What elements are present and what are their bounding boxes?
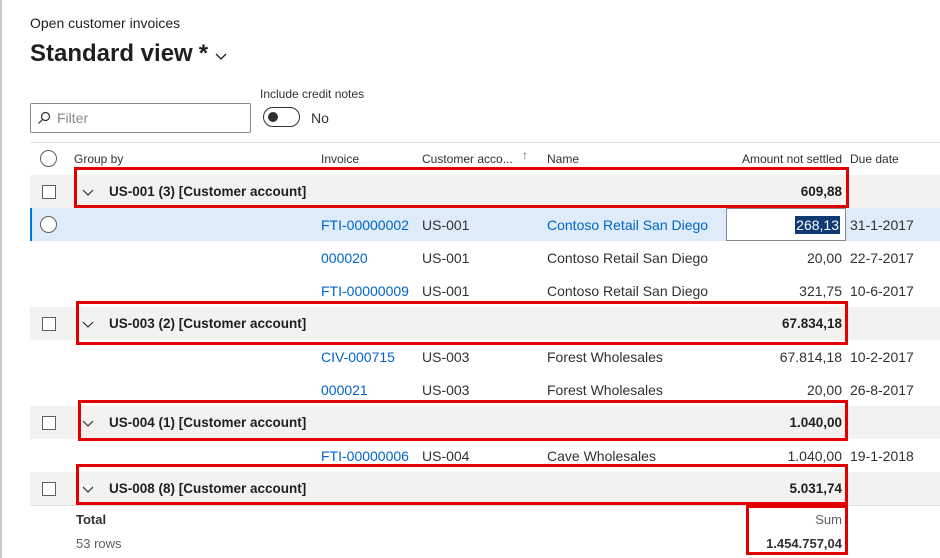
amount: 1.040,00	[787, 447, 843, 464]
customer-account: US-004	[422, 447, 470, 464]
group-label: US-008 (8) [Customer account]	[109, 481, 307, 496]
chevron-down-icon[interactable]	[82, 307, 94, 340]
customer-account: US-001	[422, 216, 470, 233]
grid-header-row: Group by Invoice Customer acco... ↑ Name…	[30, 142, 940, 175]
table-row[interactable]: CIV-000715 US-003 Forest Wholesales 67.8…	[30, 340, 940, 373]
group-total: 67.834,18	[781, 316, 842, 331]
due-date: 26-8-2017	[850, 381, 914, 398]
customer-name: Forest Wholesales	[547, 381, 663, 398]
column-header-invoice[interactable]: Invoice	[321, 142, 359, 175]
row-checkbox[interactable]	[42, 307, 56, 340]
customer-account: US-003	[422, 381, 470, 398]
amount: 20,00	[806, 381, 842, 398]
row-checkbox[interactable]	[42, 472, 56, 505]
amount-selected-text: 268,13	[795, 215, 840, 234]
invoice-link[interactable]: 000020	[321, 241, 368, 274]
page-subtitle: Open customer invoices	[30, 15, 181, 31]
amount-field[interactable]: 268,13	[726, 208, 846, 241]
amount: 321,75	[799, 282, 842, 299]
chevron-down-icon[interactable]	[82, 472, 94, 505]
search-icon	[38, 111, 51, 124]
table-row[interactable]: FTI-00000002 US-001 Contoso Retail San D…	[30, 208, 940, 241]
credit-notes-label: Include credit notes	[260, 87, 365, 101]
invoice-link[interactable]: FTI-00000006	[321, 439, 409, 472]
invoice-link[interactable]: CIV-000715	[321, 340, 395, 373]
customer-account: US-001	[422, 282, 470, 299]
customer-name: Forest Wholesales	[547, 348, 663, 365]
footer-total-label: Total	[76, 511, 107, 527]
customer-name: Contoso Retail San Diego	[547, 282, 709, 299]
invoice-link[interactable]: FTI-00000009	[321, 274, 409, 307]
amount: 67.814,18	[779, 348, 842, 365]
credit-notes-toggle[interactable]	[263, 107, 300, 127]
checkbox-icon	[42, 316, 56, 331]
checkbox-icon	[42, 415, 56, 430]
checkbox-icon	[42, 184, 56, 199]
column-header-name[interactable]: Name	[547, 142, 579, 175]
due-date: 31-1-2017	[850, 216, 914, 233]
group-row[interactable]: US-003 (2) [Customer account] 67.834,18	[30, 307, 940, 340]
filter-field[interactable]	[30, 103, 251, 133]
customer-account: US-001	[422, 249, 470, 266]
filter-input[interactable]	[57, 110, 237, 126]
customer-name: Cave Wholesales	[547, 447, 656, 464]
group-label: US-004 (1) [Customer account]	[109, 415, 307, 430]
grid-footer: Total 53 rows Sum 1.454.757,04	[30, 505, 940, 558]
radio-icon	[40, 150, 57, 167]
table-row[interactable]: 000020 US-001 Contoso Retail San Diego 2…	[30, 241, 940, 274]
toggle-knob	[268, 112, 278, 122]
chevron-down-icon[interactable]	[82, 406, 94, 439]
due-date: 10-6-2017	[850, 282, 914, 299]
table-row[interactable]: FTI-00000006 US-004 Cave Wholesales 1.04…	[30, 439, 940, 472]
column-header-due-date[interactable]: Due date	[850, 142, 899, 175]
invoice-link[interactable]: FTI-00000002	[321, 208, 409, 241]
footer-row-count: 53 rows	[76, 535, 122, 551]
table-row[interactable]: 000021 US-003 Forest Wholesales 20,00 26…	[30, 373, 940, 406]
select-all-radio[interactable]	[40, 142, 57, 175]
footer-sum-value: 1.454.757,04	[766, 535, 842, 551]
row-checkbox[interactable]	[42, 175, 56, 208]
group-row[interactable]: US-008 (8) [Customer account] 5.031,74	[30, 472, 940, 505]
amount: 20,00	[806, 249, 842, 266]
customer-name-link[interactable]: Contoso Retail San Diego	[547, 208, 708, 241]
row-radio[interactable]	[40, 208, 57, 241]
radio-icon	[40, 216, 57, 233]
credit-notes-value: No	[311, 110, 329, 126]
group-total: 1.040,00	[789, 415, 842, 430]
column-header-customer-account[interactable]: Customer acco...	[422, 142, 513, 175]
view-selector[interactable]: Standard view *	[30, 40, 228, 68]
customer-account: US-003	[422, 348, 470, 365]
group-total: 609,88	[800, 184, 842, 199]
customer-name: Contoso Retail San Diego	[547, 249, 709, 266]
chevron-down-icon[interactable]	[82, 175, 94, 208]
view-modified-indicator: *	[198, 40, 209, 67]
due-date: 22-7-2017	[850, 249, 914, 266]
chevron-down-icon	[215, 53, 227, 60]
page: Open customer invoices Standard view * I…	[0, 0, 940, 558]
group-label: US-001 (3) [Customer account]	[109, 184, 307, 199]
sort-ascending-icon: ↑	[522, 148, 528, 162]
group-total: 5.031,74	[789, 481, 842, 496]
group-label: US-003 (2) [Customer account]	[109, 316, 307, 331]
row-checkbox[interactable]	[42, 406, 56, 439]
group-row[interactable]: US-001 (3) [Customer account] 609,88	[30, 175, 940, 208]
column-header-amount[interactable]: Amount not settled	[710, 142, 842, 175]
footer-sum-label: Sum	[815, 511, 842, 527]
group-row[interactable]: US-004 (1) [Customer account] 1.040,00	[30, 406, 940, 439]
invoice-link[interactable]: 000021	[321, 373, 368, 406]
view-name: Standard view	[30, 40, 193, 67]
due-date: 19-1-2018	[850, 447, 914, 464]
table-row[interactable]: FTI-00000009 US-001 Contoso Retail San D…	[30, 274, 940, 307]
column-header-group-by[interactable]: Group by	[74, 142, 123, 175]
due-date: 10-2-2017	[850, 348, 914, 365]
checkbox-icon	[42, 481, 56, 496]
